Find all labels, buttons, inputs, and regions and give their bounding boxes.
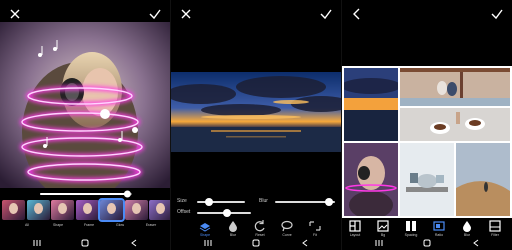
recents-icon[interactable]	[375, 239, 383, 247]
collage-cell-coffee[interactable]	[400, 108, 510, 141]
thumbnail-image	[107, 203, 116, 214]
fit-tool[interactable]: Fit	[302, 220, 328, 237]
tool-frame[interactable]: Frame	[76, 222, 102, 227]
collage-toolbar: Layout Bg Spacing Ratio Blur Filter	[342, 218, 512, 237]
effect-thumbnail[interactable]	[26, 200, 50, 220]
collage-cell-desert[interactable]	[456, 143, 510, 216]
filter-tool[interactable]: Filter	[482, 220, 508, 237]
home-icon[interactable]	[252, 239, 260, 247]
check-icon[interactable]	[319, 7, 333, 21]
tool-all[interactable]: All	[14, 222, 40, 227]
blur-tool[interactable]: Blur	[220, 220, 246, 237]
offset-label: Offset	[177, 209, 191, 215]
filter-icon	[489, 220, 501, 232]
tool-eraser[interactable]: Eraser	[138, 222, 164, 227]
effect-thumbnail[interactable]	[149, 200, 170, 220]
drop-icon	[463, 221, 471, 232]
offset-slider-row: Offset	[177, 208, 253, 218]
recents-icon[interactable]	[33, 239, 41, 247]
collage-cell-portrait[interactable]	[344, 143, 398, 216]
shape-tool[interactable]: Shape	[192, 220, 218, 237]
editor-panel-shape-blur: Size Blur Offset Shape Blur Reset Curve	[171, 0, 341, 250]
effect-thumbnails	[0, 198, 170, 222]
top-bar	[342, 0, 512, 28]
image-icon	[377, 220, 389, 232]
intensity-slider[interactable]	[40, 190, 132, 198]
system-nav-bar	[342, 236, 512, 250]
ratio-tool[interactable]: Ratio	[426, 220, 452, 237]
collage-canvas[interactable]	[342, 66, 512, 218]
thumbnail-image	[58, 203, 67, 214]
blur-tool[interactable]: Blur	[454, 220, 480, 237]
effect-thumbnail[interactable]	[124, 200, 148, 220]
blur-label: Blur	[259, 198, 268, 204]
collage-cell-sunset[interactable]	[344, 68, 398, 141]
close-icon[interactable]	[179, 7, 193, 21]
thumbnail-image	[33, 203, 43, 214]
effect-thumbnail[interactable]	[98, 198, 125, 222]
editor-panel-effects: All Shape Frame Glow Eraser	[0, 0, 170, 250]
size-slider-row: Size	[177, 197, 247, 207]
size-slider-knob[interactable]	[205, 198, 213, 206]
back-icon[interactable]	[472, 239, 480, 247]
spacing-tool[interactable]: Spacing	[398, 220, 424, 237]
blur-slider-row: Blur	[259, 197, 339, 207]
offset-slider-knob[interactable]	[222, 209, 231, 217]
tool-shape[interactable]: Shape	[45, 222, 71, 227]
tool-label: Glow	[116, 223, 124, 227]
curve-tool[interactable]: Curve	[274, 220, 300, 237]
recents-icon[interactable]	[204, 239, 212, 247]
tool-label: Eraser	[145, 223, 157, 227]
spacing-icon	[406, 221, 416, 231]
close-icon[interactable]	[8, 7, 22, 21]
layout-tool[interactable]: Layout	[342, 220, 368, 237]
editor-panel-collage: Layout Bg Spacing Ratio Blur Filter	[342, 0, 512, 250]
effect-thumbnail[interactable]	[75, 200, 99, 220]
effect-thumbnail[interactable]	[51, 200, 74, 220]
back-icon[interactable]	[301, 239, 309, 247]
back-icon[interactable]	[130, 239, 138, 247]
tool-label: Shape	[52, 223, 64, 227]
thumbnail-image	[131, 203, 141, 214]
home-icon[interactable]	[81, 239, 89, 247]
collage-cell-couple[interactable]	[400, 68, 510, 106]
system-nav-bar	[171, 236, 341, 250]
thumbnail-image	[9, 203, 18, 214]
lasso-icon	[281, 220, 293, 232]
layers-icon	[199, 223, 211, 232]
edited-photo[interactable]	[0, 22, 170, 188]
check-icon[interactable]	[490, 7, 504, 21]
size-label: Size	[177, 198, 187, 204]
home-icon[interactable]	[423, 239, 431, 247]
back-arrow-icon[interactable]	[350, 7, 364, 21]
effects-toolbar: All Shape Frame Glow Eraser	[0, 222, 170, 236]
tool-label: All	[25, 223, 29, 227]
check-icon[interactable]	[148, 7, 162, 21]
blur-toolbar: Shape Blur Reset Curve Fit	[171, 218, 341, 237]
system-nav-bar	[0, 236, 170, 250]
blur-slider-knob[interactable]	[325, 198, 333, 206]
rotate-icon	[254, 220, 265, 232]
effect-thumbnail[interactable]	[2, 200, 25, 220]
sunset-photo[interactable]	[171, 72, 341, 152]
tool-glow[interactable]: Glow	[107, 222, 133, 227]
tool-label: Frame	[83, 223, 95, 227]
collage-cell-kettle[interactable]	[400, 143, 454, 216]
ratio-icon	[433, 221, 445, 231]
thumbnail-image	[82, 203, 92, 214]
expand-icon	[309, 221, 321, 231]
drop-icon	[229, 221, 237, 232]
layout-icon	[349, 220, 361, 232]
reset-tool[interactable]: Reset	[247, 220, 273, 237]
thumbnail-image	[156, 203, 165, 214]
background-tool[interactable]: Bg	[370, 220, 396, 237]
top-bar	[171, 0, 341, 28]
